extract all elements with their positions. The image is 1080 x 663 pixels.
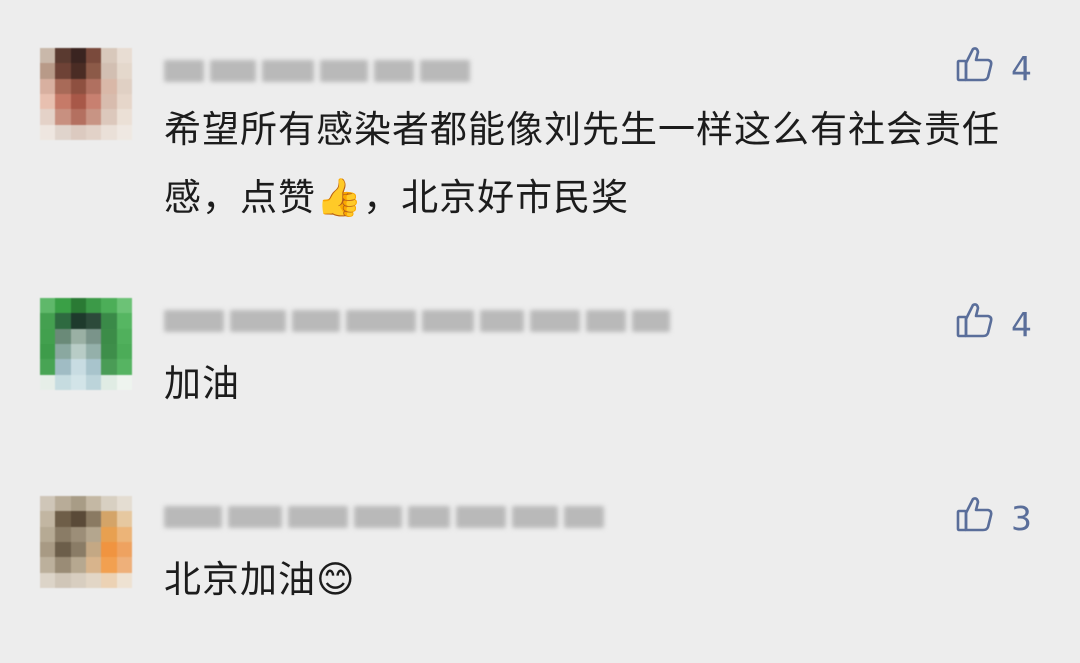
thumbs-up-icon [955,44,995,92]
like-count: 4 [1011,304,1032,344]
like-button[interactable]: 3 [955,494,1032,542]
thumbs-up-icon [955,494,995,542]
like-button[interactable]: 4 [955,300,1032,348]
avatar[interactable] [40,496,132,588]
comment-text: 希望所有感染者都能像刘先生一样这么有社会责任感，点赞👍，北京好市民奖 [164,108,1000,219]
username-blurred[interactable] [164,500,604,534]
avatar[interactable] [40,298,132,390]
like-count: 4 [1011,48,1032,88]
like-button[interactable]: 4 [955,44,1032,92]
username-blurred[interactable] [164,304,670,338]
comment-text: 加油 [164,362,240,405]
thumbs-up-icon [955,300,995,348]
avatar[interactable] [40,48,132,140]
comment-text: 北京加油😊 [164,558,356,601]
username-blurred[interactable] [164,54,470,88]
like-count: 3 [1011,498,1032,538]
